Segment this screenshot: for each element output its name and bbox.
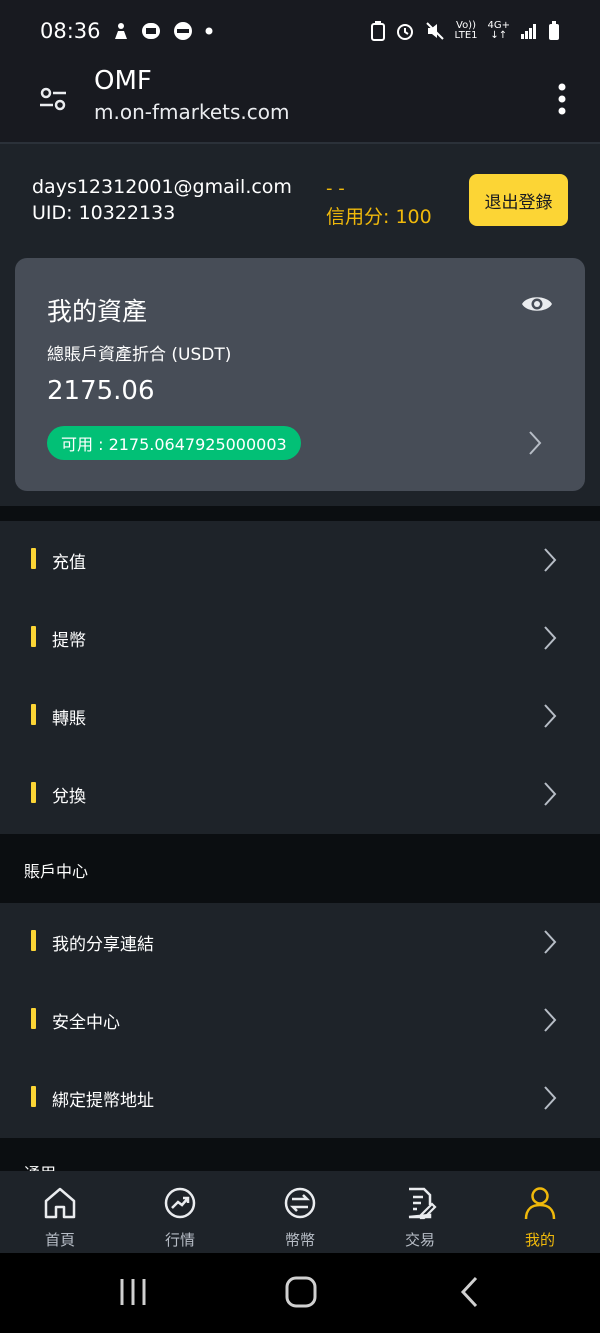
accent-bar bbox=[31, 704, 36, 725]
nav-profile[interactable]: 我的 bbox=[480, 1171, 600, 1253]
credit-score: 信用分: 100 bbox=[326, 206, 432, 228]
chevron-right-icon[interactable] bbox=[527, 430, 543, 456]
person-icon bbox=[113, 22, 129, 40]
recent-apps-icon[interactable] bbox=[118, 1275, 148, 1313]
nav-label: 行情 bbox=[164, 1231, 195, 1249]
system-nav-bar bbox=[0, 1253, 600, 1333]
app-icon bbox=[141, 22, 161, 40]
signal-icon bbox=[520, 23, 538, 39]
line-icon bbox=[173, 22, 193, 40]
chevron-right-icon bbox=[542, 1007, 558, 1033]
assets-title: 我的資產 bbox=[47, 297, 148, 326]
nav-label: 我的 bbox=[524, 1231, 555, 1249]
nav-label: 幣幣 bbox=[284, 1231, 315, 1249]
section-title: 賬戶中心 bbox=[24, 862, 89, 881]
menu-item-share-link[interactable]: 我的分享連結 bbox=[0, 903, 600, 981]
menu-item-label: 充值 bbox=[52, 553, 86, 573]
chevron-right-icon bbox=[542, 1085, 558, 1111]
accent-bar bbox=[31, 626, 36, 647]
eye-icon[interactable] bbox=[521, 292, 553, 316]
general-header: 通用 bbox=[0, 1138, 600, 1171]
section-title: 通用 bbox=[24, 1160, 56, 1171]
accent-bar bbox=[31, 1086, 36, 1107]
nav-home[interactable]: 首頁 bbox=[0, 1171, 120, 1253]
nav-label: 首頁 bbox=[44, 1231, 75, 1249]
menu-item-exchange[interactable]: 兌換 bbox=[0, 755, 600, 833]
network-type-indicator: 4G+ ↓↑ bbox=[487, 20, 511, 41]
menu-item-label: 兌換 bbox=[52, 787, 86, 807]
home-button-icon[interactable] bbox=[284, 1275, 318, 1313]
dot-icon bbox=[205, 27, 213, 35]
logout-button[interactable]: 退出登錄 bbox=[469, 174, 568, 226]
chevron-right-icon bbox=[542, 781, 558, 807]
section-divider bbox=[0, 506, 600, 521]
chevron-right-icon bbox=[542, 547, 558, 573]
nav-trade[interactable]: 交易 bbox=[360, 1171, 480, 1253]
menu-item-security-center[interactable]: 安全中心 bbox=[0, 981, 600, 1059]
menu-item-bind-withdraw-address[interactable]: 綁定提幣地址 bbox=[0, 1059, 600, 1137]
menu-item-label: 轉賬 bbox=[52, 709, 86, 729]
back-icon[interactable] bbox=[458, 1275, 482, 1313]
menu-item-deposit[interactable]: 充值 bbox=[0, 521, 600, 599]
trade-icon bbox=[408, 1187, 437, 1220]
app-url: m.on-fmarkets.com bbox=[94, 100, 290, 124]
more-options-icon[interactable] bbox=[552, 82, 572, 116]
mute-icon bbox=[425, 21, 445, 41]
nav-label: 交易 bbox=[404, 1231, 435, 1249]
account-level: - - bbox=[326, 178, 345, 199]
accent-bar bbox=[31, 930, 36, 951]
menu-item-transfer[interactable]: 轉賬 bbox=[0, 677, 600, 755]
chevron-right-icon bbox=[542, 703, 558, 729]
accent-bar bbox=[31, 1008, 36, 1029]
assets-subtitle: 總賬戶資產折合 (USDT) bbox=[47, 345, 232, 365]
menu-item-label: 提幣 bbox=[52, 631, 86, 651]
status-time: 08:36 bbox=[40, 19, 101, 43]
menu-item-withdraw[interactable]: 提幣 bbox=[0, 599, 600, 677]
account-center-menu: 我的分享連結 安全中心 綁定提幣地址 bbox=[0, 903, 600, 1138]
menu-item-label: 我的分享連結 bbox=[52, 935, 154, 955]
volte-indicator: Vo)) LTE1 bbox=[454, 20, 478, 41]
assets-total: 2175.06 bbox=[47, 376, 155, 406]
account-center-header: 賬戶中心 bbox=[0, 834, 600, 903]
market-icon bbox=[164, 1187, 196, 1219]
profile-icon bbox=[524, 1187, 556, 1220]
home-icon bbox=[44, 1187, 76, 1219]
funds-menu: 充值 提幣 轉賬 兌換 bbox=[0, 521, 600, 834]
account-uid: UID: 10322133 bbox=[32, 202, 176, 224]
nav-spot[interactable]: 幣幣 bbox=[240, 1171, 360, 1253]
accent-bar bbox=[31, 782, 36, 803]
exchange-icon bbox=[284, 1187, 316, 1219]
account-info: days12312001@gmail.com UID: 10322133 - -… bbox=[0, 144, 600, 254]
status-bar: 08:36 Vo)) LTE1 4G+ ↓↑ bbox=[0, 0, 600, 62]
alarm-icon bbox=[395, 21, 415, 41]
menu-item-label: 安全中心 bbox=[52, 1013, 120, 1033]
app-title: OMF bbox=[94, 66, 152, 96]
account-email: days12312001@gmail.com bbox=[32, 176, 292, 198]
app-bar: OMF m.on-fmarkets.com bbox=[0, 62, 600, 144]
asset-card[interactable]: 我的資產 總賬戶資產折合 (USDT) 2175.06 可用 : 2175.06… bbox=[15, 258, 585, 491]
accent-bar bbox=[31, 548, 36, 569]
chevron-right-icon bbox=[542, 929, 558, 955]
chevron-right-icon bbox=[542, 625, 558, 651]
menu-item-label: 綁定提幣地址 bbox=[52, 1091, 154, 1111]
nav-market[interactable]: 行情 bbox=[120, 1171, 240, 1253]
battery-icon bbox=[548, 21, 560, 41]
filter-icon[interactable] bbox=[38, 84, 68, 114]
bottom-nav: 首頁 行情 幣幣 交易 我的 bbox=[0, 1171, 600, 1253]
battery-saver-icon bbox=[370, 21, 385, 41]
available-balance-badge: 可用 : 2175.0647925000003 bbox=[47, 426, 301, 460]
